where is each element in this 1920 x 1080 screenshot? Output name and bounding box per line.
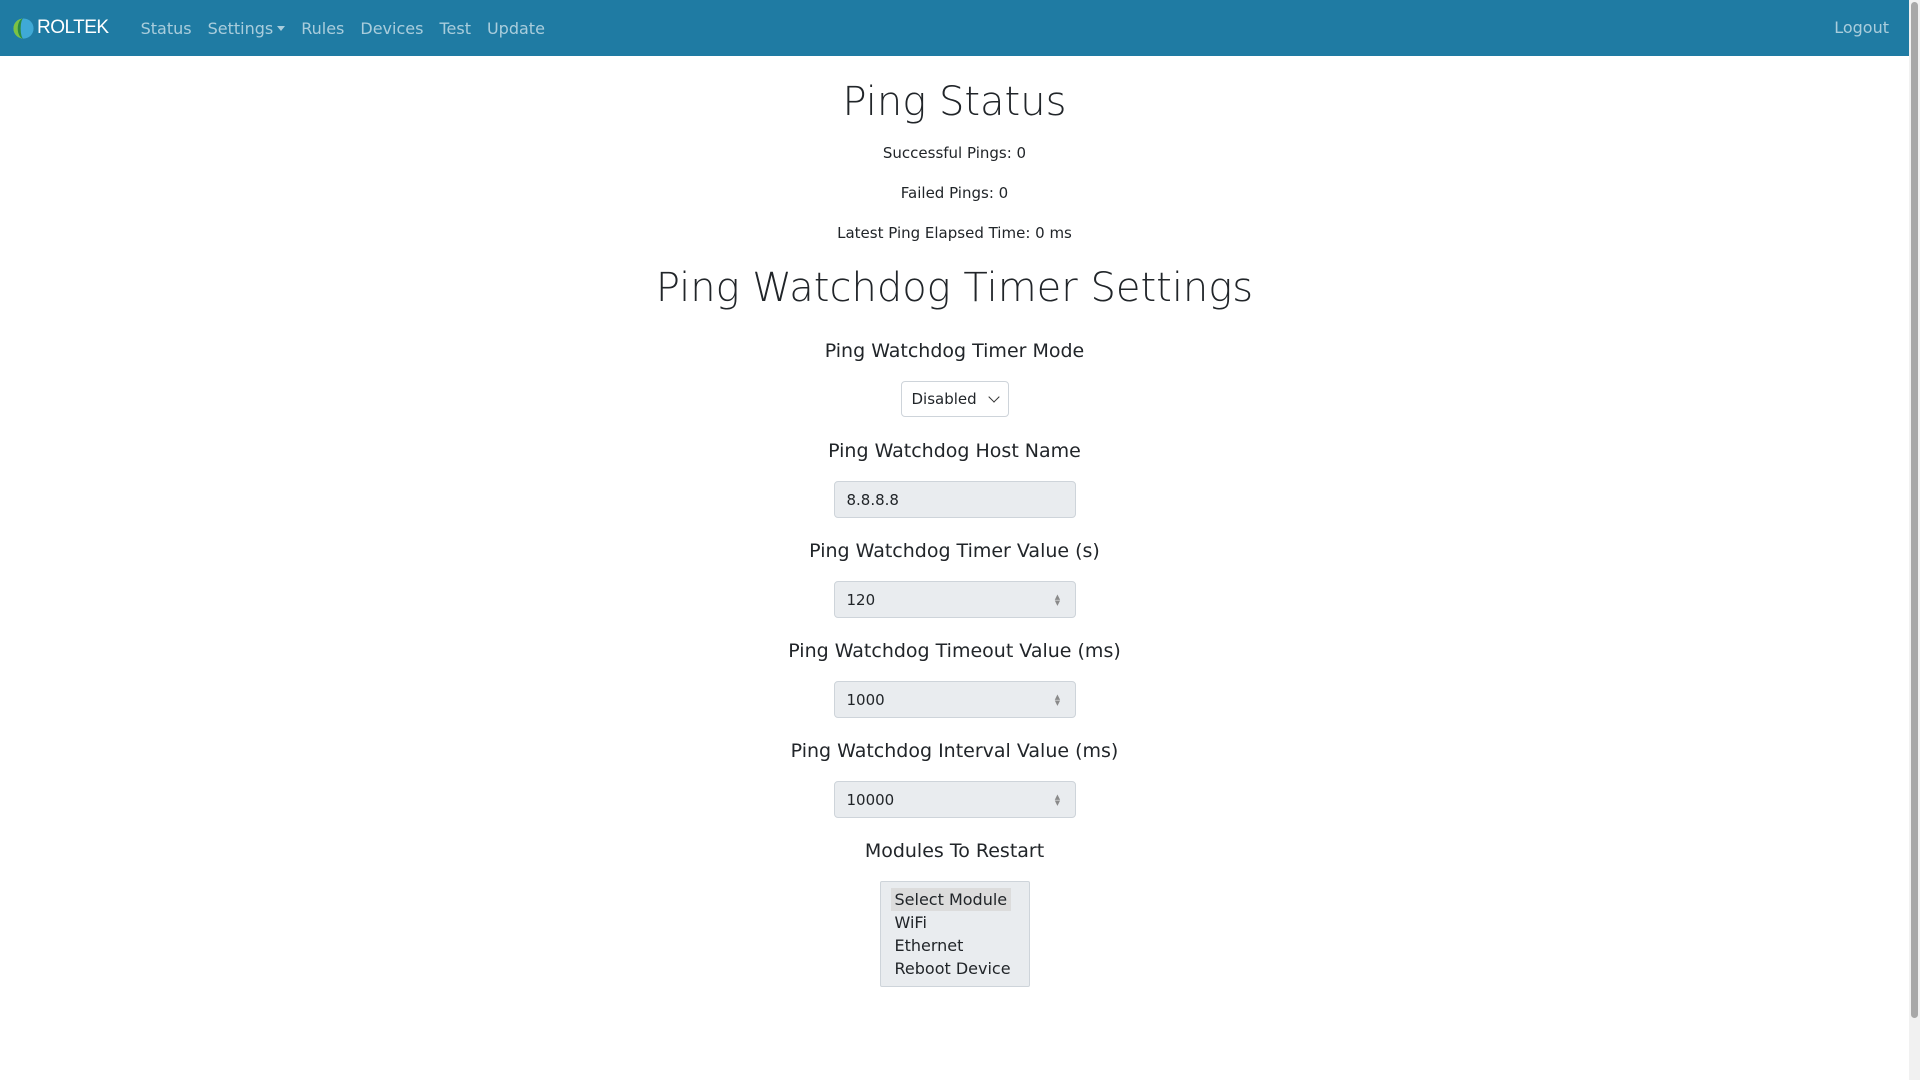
timeout-value-label: Ping Watchdog Timeout Value (ms) [788, 640, 1121, 662]
failed-pings: Failed Pings: 0 [900, 184, 1009, 202]
timer-value-text: 120 [846, 590, 876, 609]
page: ROLTEK Status Settings Rules Devices Tes… [0, 0, 1920, 1080]
chevron-down-icon [987, 391, 1000, 403]
interval-value-text: 10000 [846, 790, 895, 809]
successful-pings: Successful Pings: 0 [882, 144, 1027, 162]
timer-value-stepper-icon[interactable]: ▲ ▼ [1053, 593, 1063, 606]
interval-value-row: 10000 ▲ ▼ [0, 781, 1909, 819]
main-content: Ping Status Successful Pings: 0 Failed P… [0, 56, 1909, 989]
caret-down-icon [277, 25, 286, 31]
module-option-select[interactable]: Select Module [890, 888, 1012, 911]
latest-ping-time: Latest Ping Elapsed Time: 0 ms [837, 224, 1072, 242]
nav-status[interactable]: Status [133, 19, 200, 38]
modules-listbox[interactable]: Select Module WiFi Ethernet Reboot Devic… [879, 881, 1030, 987]
ping-status-title: Ping Status [842, 79, 1067, 125]
timer-value-label: Ping Watchdog Timer Value (s) [809, 540, 1100, 562]
nav-settings-label: Settings [207, 18, 274, 38]
nav-settings-dropdown[interactable]: Settings [200, 19, 294, 38]
brand-link[interactable]: ROLTEK [12, 17, 109, 40]
nav-update[interactable]: Update [479, 19, 553, 38]
module-option-wifi[interactable]: WiFi [891, 911, 1019, 934]
modules-restart-row: Select Module WiFi Ethernet Reboot Devic… [0, 881, 1909, 989]
host-name-label: Ping Watchdog Host Name [828, 440, 1081, 462]
interval-value-label: Ping Watchdog Interval Value (ms) [790, 740, 1119, 762]
logout-link[interactable]: Logout [1834, 0, 1889, 56]
interval-value-input[interactable]: 10000 ▲ ▼ [833, 781, 1076, 818]
vertical-scrollbar[interactable] [1909, 0, 1920, 1080]
modules-restart-label: Modules To Restart [864, 840, 1045, 862]
nav-test[interactable]: Test [431, 19, 479, 38]
timer-value-row: 120 ▲ ▼ [0, 581, 1909, 619]
scrollbar-thumb[interactable] [1911, 2, 1918, 1018]
host-name-value: 8.8.8.8 [846, 490, 899, 509]
timeout-value-row: 1000 ▲ ▼ [0, 681, 1909, 719]
host-name-input[interactable]: 8.8.8.8 [833, 481, 1076, 518]
navbar: ROLTEK Status Settings Rules Devices Tes… [0, 0, 1909, 56]
module-option-reboot[interactable]: Reboot Device [891, 957, 1019, 980]
nav-devices[interactable]: Devices [352, 19, 431, 38]
interval-value-stepper-icon[interactable]: ▲ ▼ [1053, 793, 1063, 806]
timer-value-input[interactable]: 120 ▲ ▼ [833, 581, 1076, 618]
host-name-row: 8.8.8.8 [0, 481, 1909, 519]
timeout-value-input[interactable]: 1000 ▲ ▼ [833, 681, 1076, 718]
watchdog-settings-title: Ping Watchdog Timer Settings [655, 265, 1254, 311]
module-option-wrap: Select Module [890, 888, 1019, 911]
timer-mode-value: Disabled [911, 390, 977, 408]
nav-rules[interactable]: Rules [293, 19, 352, 38]
timer-mode-label: Ping Watchdog Timer Mode [824, 340, 1085, 362]
timer-mode-row: Disabled [0, 381, 1909, 419]
timeout-value-stepper-icon[interactable]: ▲ ▼ [1053, 693, 1063, 706]
roltek-logo-icon [13, 17, 34, 39]
timeout-value-text: 1000 [846, 690, 885, 709]
module-option-ethernet[interactable]: Ethernet [891, 934, 1019, 957]
timer-mode-select[interactable]: Disabled [900, 381, 1009, 417]
brand-name: ROLTEK [37, 17, 109, 38]
